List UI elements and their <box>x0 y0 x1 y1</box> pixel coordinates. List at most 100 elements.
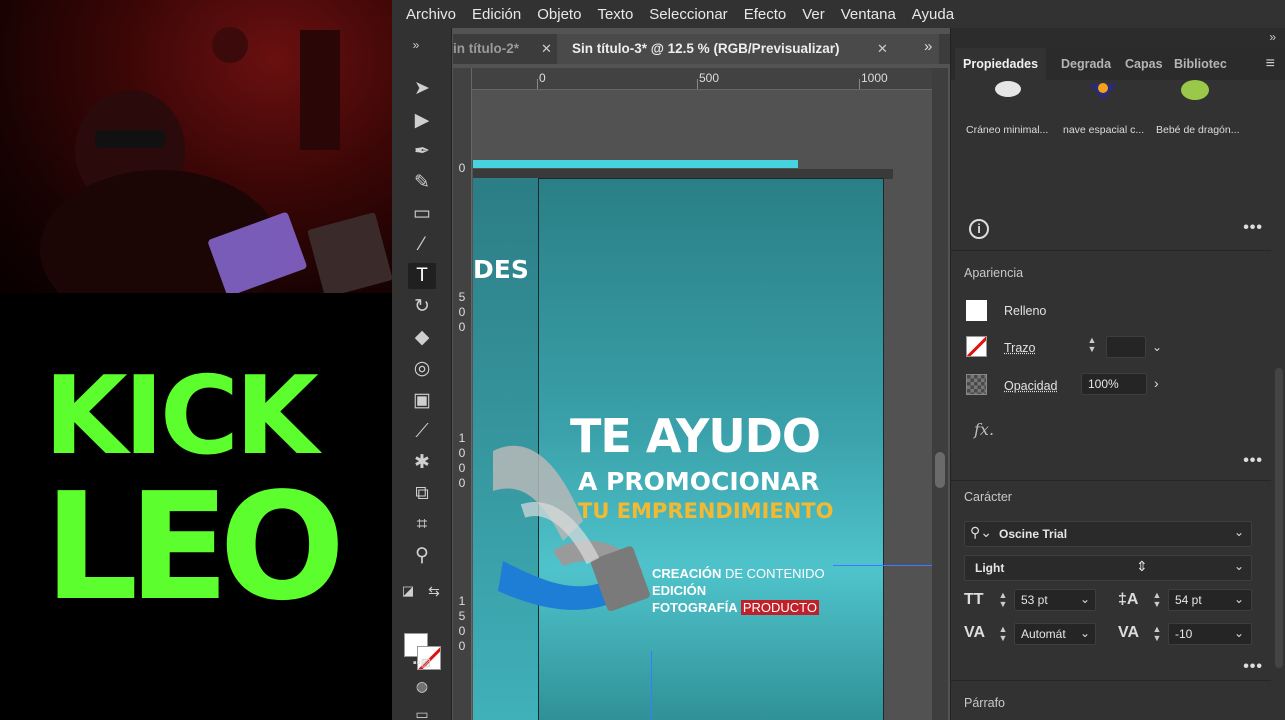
tab-document-2-label: in título-2* <box>453 41 519 56</box>
menu-objeto[interactable]: Objeto <box>537 6 581 23</box>
ruler-v-label: 0 <box>455 161 469 176</box>
menu-archivo[interactable]: Archivo <box>406 6 456 23</box>
library-thumbnail[interactable] <box>986 80 1030 102</box>
service-line-1[interactable]: CREACIÓN DE CONTENIDO <box>652 565 825 582</box>
info-icon[interactable]: i <box>969 219 989 239</box>
tab-document-3-label: Sin título-3* @ 12.5 % (RGB/Previsualiza… <box>572 41 839 56</box>
leading-icon: ‡A <box>1118 591 1138 609</box>
menu-ver[interactable]: Ver <box>802 6 825 23</box>
eraser-icon[interactable]: ◆ <box>408 325 436 351</box>
more-options-icon[interactable]: ••• <box>1243 658 1263 676</box>
menu-ventana[interactable]: Ventana <box>841 6 896 23</box>
menu-seleccionar[interactable]: Seleccionar <box>649 6 727 23</box>
ruler-v-label: 0 <box>455 446 469 461</box>
selection-icon[interactable]: ➤ <box>408 76 436 102</box>
tab-propiedades[interactable]: Propiedades <box>955 48 1046 80</box>
chevron-right-icon[interactable]: › <box>1154 375 1159 391</box>
font-family-field[interactable]: Oscine Trial <box>964 521 1252 547</box>
stroke-weight-stepper[interactable]: ▲ ▼ <box>1086 336 1098 354</box>
brand-line-1: KICK <box>44 363 315 471</box>
font-size-stepper[interactable]: ▲ ▼ <box>997 591 1009 609</box>
tab-bibliotecas[interactable]: Bibliotec <box>1174 48 1227 80</box>
fill-color-swatch[interactable] <box>966 300 987 321</box>
ruler-v-label: 5 <box>455 609 469 624</box>
gradient-icon[interactable]: ▣ <box>408 388 436 414</box>
ruler-v-label: 0 <box>455 320 469 335</box>
chevron-down-icon[interactable]: ⌄ <box>1234 525 1244 539</box>
artboard-top-bar <box>473 160 798 168</box>
stroke-label[interactable]: Trazo <box>1004 341 1036 355</box>
chevron-down-icon[interactable]: ⌄ <box>1152 340 1162 354</box>
tab-degradado[interactable]: Degrada <box>1061 48 1111 80</box>
opacity-label[interactable]: Opacidad <box>1004 379 1058 393</box>
screen-mode-icon[interactable]: ▭ <box>408 701 436 720</box>
library-item-label[interactable]: Bebé de dragón... <box>1156 124 1239 136</box>
fill-label[interactable]: Relleno <box>1004 304 1046 318</box>
collapse-panel-icon[interactable]: » <box>1269 30 1276 44</box>
menu-ayuda[interactable]: Ayuda <box>912 6 954 23</box>
ruler-h-label: 500 <box>699 71 719 85</box>
library-item-label[interactable]: nave espacial c... <box>1063 124 1144 136</box>
search-icon: ⚲⌄ <box>970 524 992 541</box>
close-icon[interactable]: ✕ <box>541 34 552 64</box>
kerning-stepper[interactable]: ▲ ▼ <box>997 625 1009 643</box>
tracking-stepper[interactable]: ▲ ▼ <box>1151 625 1163 643</box>
chevron-down-icon[interactable]: ⌄ <box>1080 626 1090 640</box>
swap-colors-icon[interactable]: ⇆ <box>424 578 444 604</box>
artwork-subline[interactable]: A PROMOCIONAR <box>578 467 819 496</box>
library-thumbnail[interactable] <box>1173 80 1217 102</box>
type-icon[interactable]: T <box>408 263 436 289</box>
service-line-3-bold: FOTOGRAFÍA <box>652 600 737 615</box>
menu-efecto[interactable]: Efecto <box>744 6 787 23</box>
shape-builder-icon[interactable]: ◎ <box>408 356 436 382</box>
section-divider <box>951 250 1271 251</box>
library-thumbnail[interactable] <box>1081 80 1125 102</box>
eyedropper-icon[interactable]: ⟋ <box>408 419 436 445</box>
menu-texto[interactable]: Texto <box>597 6 633 23</box>
direct-selection-icon[interactable]: ▶ <box>408 108 436 134</box>
scrollbar-thumb[interactable] <box>935 452 945 488</box>
opacity-field[interactable]: 100% <box>1081 373 1147 395</box>
chevron-down-icon[interactable]: ⌄ <box>1234 626 1244 640</box>
rectangle-icon[interactable]: ▭ <box>408 201 436 227</box>
panel-scrollbar[interactable] <box>1275 368 1283 668</box>
tab-capas[interactable]: Capas <box>1125 48 1163 80</box>
close-icon[interactable]: ✕ <box>877 34 888 64</box>
canvas-scrollbar[interactable] <box>932 68 948 720</box>
puppet-warp-icon[interactable]: ✱ <box>408 450 436 476</box>
font-style-field[interactable]: Light <box>964 555 1252 581</box>
chevron-down-icon[interactable]: ⌄ <box>1234 592 1244 606</box>
artboard-icon[interactable]: ⧉ <box>408 481 436 507</box>
draw-mode-icon[interactable]: ◍ <box>408 673 436 699</box>
collapse-toolbar-icon[interactable]: » <box>402 32 430 58</box>
opacity-icon <box>966 374 987 395</box>
paintbrush-icon[interactable]: ⁄ <box>408 232 436 258</box>
pen-icon[interactable]: ✒ <box>408 139 436 165</box>
default-colors-icon[interactable]: ◪ <box>398 578 418 604</box>
fx-icon[interactable]: fx. <box>974 420 994 439</box>
adjacent-artboard-text: DES <box>473 255 529 284</box>
channel-branding: KICK LEO <box>0 293 392 720</box>
chevron-down-icon[interactable]: ⌄ <box>1234 559 1244 573</box>
panel-menu-icon[interactable]: ≡ <box>1266 55 1275 73</box>
artwork-tagline[interactable]: TU EMPRENDIMIENTO <box>578 499 833 523</box>
more-options-icon[interactable]: ••• <box>1243 452 1263 470</box>
stroke-color-swatch[interactable] <box>966 336 987 357</box>
leading-stepper[interactable]: ▲ ▼ <box>1151 591 1163 609</box>
crop-icon[interactable]: ⌗ <box>408 512 436 538</box>
brand-line-2: LEO <box>44 473 335 621</box>
service-line-2[interactable]: EDICIÓN <box>652 582 706 599</box>
chevron-down-icon[interactable]: ⌄ <box>1080 592 1090 606</box>
canvas-area[interactable]: DES TE AYUDO A PROMOCIONAR TU EMPRENDIMI… <box>473 91 933 720</box>
zoom-icon[interactable]: ⚲ <box>408 543 436 569</box>
rotate-icon[interactable]: ↻ <box>408 294 436 320</box>
menu-edicion[interactable]: Edición <box>472 6 521 23</box>
service-line-3[interactable]: FOTOGRAFÍA PRODUCTO <box>652 599 819 616</box>
more-tabs-icon[interactable]: » <box>924 38 932 55</box>
stroke-weight-field[interactable] <box>1106 336 1146 358</box>
ruler-v-label: 1 <box>455 431 469 446</box>
curvature-icon[interactable]: ✎ <box>408 170 436 196</box>
library-item-label[interactable]: Cráneo minimal... <box>966 124 1048 136</box>
artwork-headline[interactable]: TE AYUDO <box>570 409 820 463</box>
more-options-icon[interactable]: ••• <box>1243 219 1263 237</box>
